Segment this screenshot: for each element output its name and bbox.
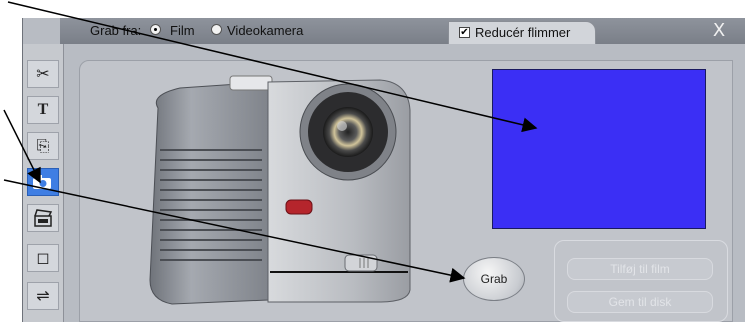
arrow-to-camera-tool — [3, 109, 41, 184]
frame-grab-window: Grab fra: Film Videokamera ✔ Reducér fli… — [0, 0, 745, 322]
arrow-to-grab — [3, 179, 466, 283]
annotation-arrows — [3, 1, 538, 283]
arrow-to-preview — [7, 1, 538, 133]
